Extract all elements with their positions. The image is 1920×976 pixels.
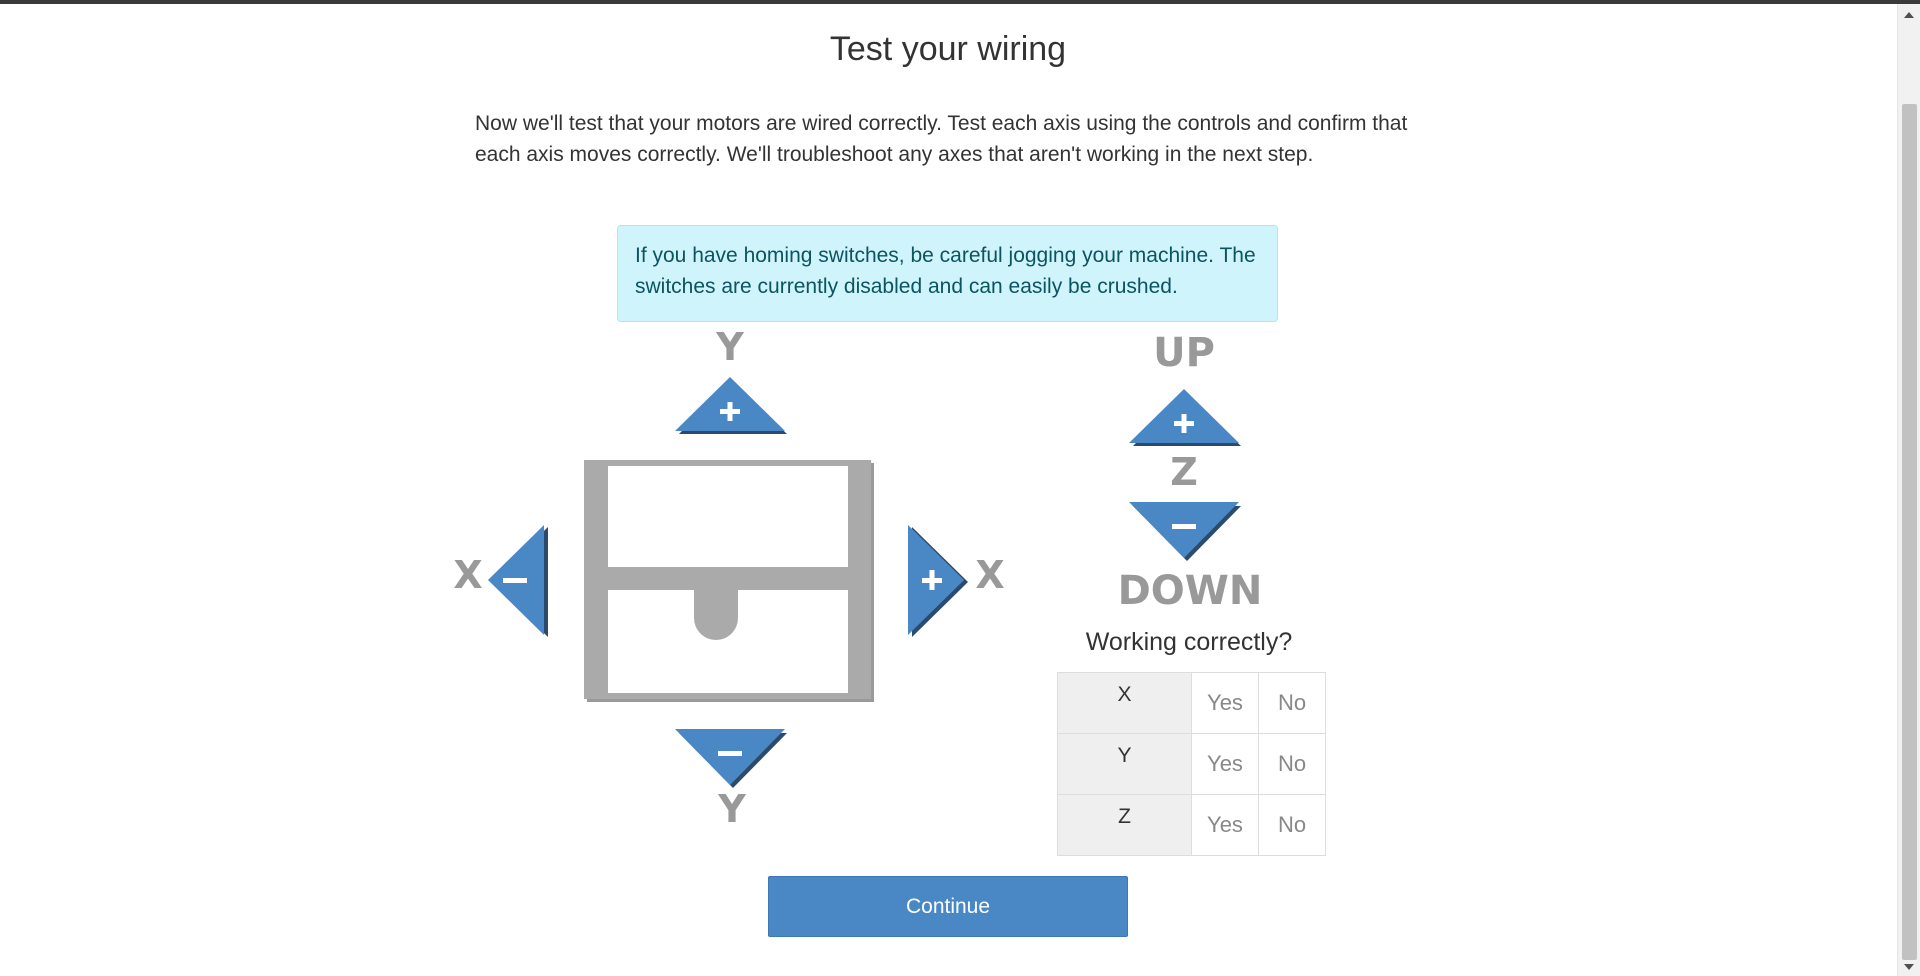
axis-check-table: X Yes No Y Yes No Z Yes No xyxy=(1057,672,1326,856)
machine-bed-diagram xyxy=(584,460,874,702)
axis-name-x: X xyxy=(1057,672,1192,734)
page-title: Test your wiring xyxy=(829,30,1067,68)
axis-name-z: Z xyxy=(1057,794,1192,856)
x-minus-axis-label: X xyxy=(453,553,483,597)
continue-button[interactable]: Continue xyxy=(768,876,1128,937)
y-yes-option[interactable]: Yes xyxy=(1191,733,1259,795)
y-plus-axis-label: Y xyxy=(716,325,744,369)
y-minus-axis-label: Y xyxy=(718,787,746,831)
z-down-label: DOWN xyxy=(1117,568,1263,614)
window-top-bar xyxy=(0,0,1920,4)
scroll-down-arrow-icon[interactable] xyxy=(1904,964,1914,970)
table-row: Y Yes No xyxy=(1057,733,1326,795)
x-plus-axis-label: X xyxy=(975,553,1005,597)
jog-y-plus-button[interactable] xyxy=(675,375,787,435)
axis-name-y: Y xyxy=(1057,733,1192,795)
z-up-label: UP xyxy=(1153,330,1215,376)
homing-warning-alert: If you have homing switches, be careful … xyxy=(617,225,1278,322)
y-no-option[interactable]: No xyxy=(1258,733,1326,795)
scroll-up-arrow-icon[interactable] xyxy=(1904,12,1914,18)
table-row: X Yes No xyxy=(1057,672,1326,734)
jog-z-up-button[interactable] xyxy=(1129,387,1241,447)
table-row: Z Yes No xyxy=(1057,794,1326,856)
minus-icon xyxy=(503,578,527,583)
vertical-scrollbar[interactable] xyxy=(1897,4,1920,976)
z-no-option[interactable]: No xyxy=(1258,794,1326,856)
jog-x-minus-button[interactable] xyxy=(488,525,548,640)
jog-x-plus-button[interactable] xyxy=(908,525,968,640)
scrollbar-thumb[interactable] xyxy=(1902,104,1917,960)
working-correctly-title: Working correctly? xyxy=(1085,628,1293,656)
z-yes-option[interactable]: Yes xyxy=(1191,794,1259,856)
intro-text: Now we'll test that your motors are wire… xyxy=(475,112,1408,166)
z-axis-label: Z xyxy=(1170,450,1198,494)
jog-z-down-button[interactable] xyxy=(1129,502,1241,562)
x-no-option[interactable]: No xyxy=(1258,672,1326,734)
jog-y-minus-button[interactable] xyxy=(675,729,787,789)
x-yes-option[interactable]: Yes xyxy=(1191,672,1259,734)
